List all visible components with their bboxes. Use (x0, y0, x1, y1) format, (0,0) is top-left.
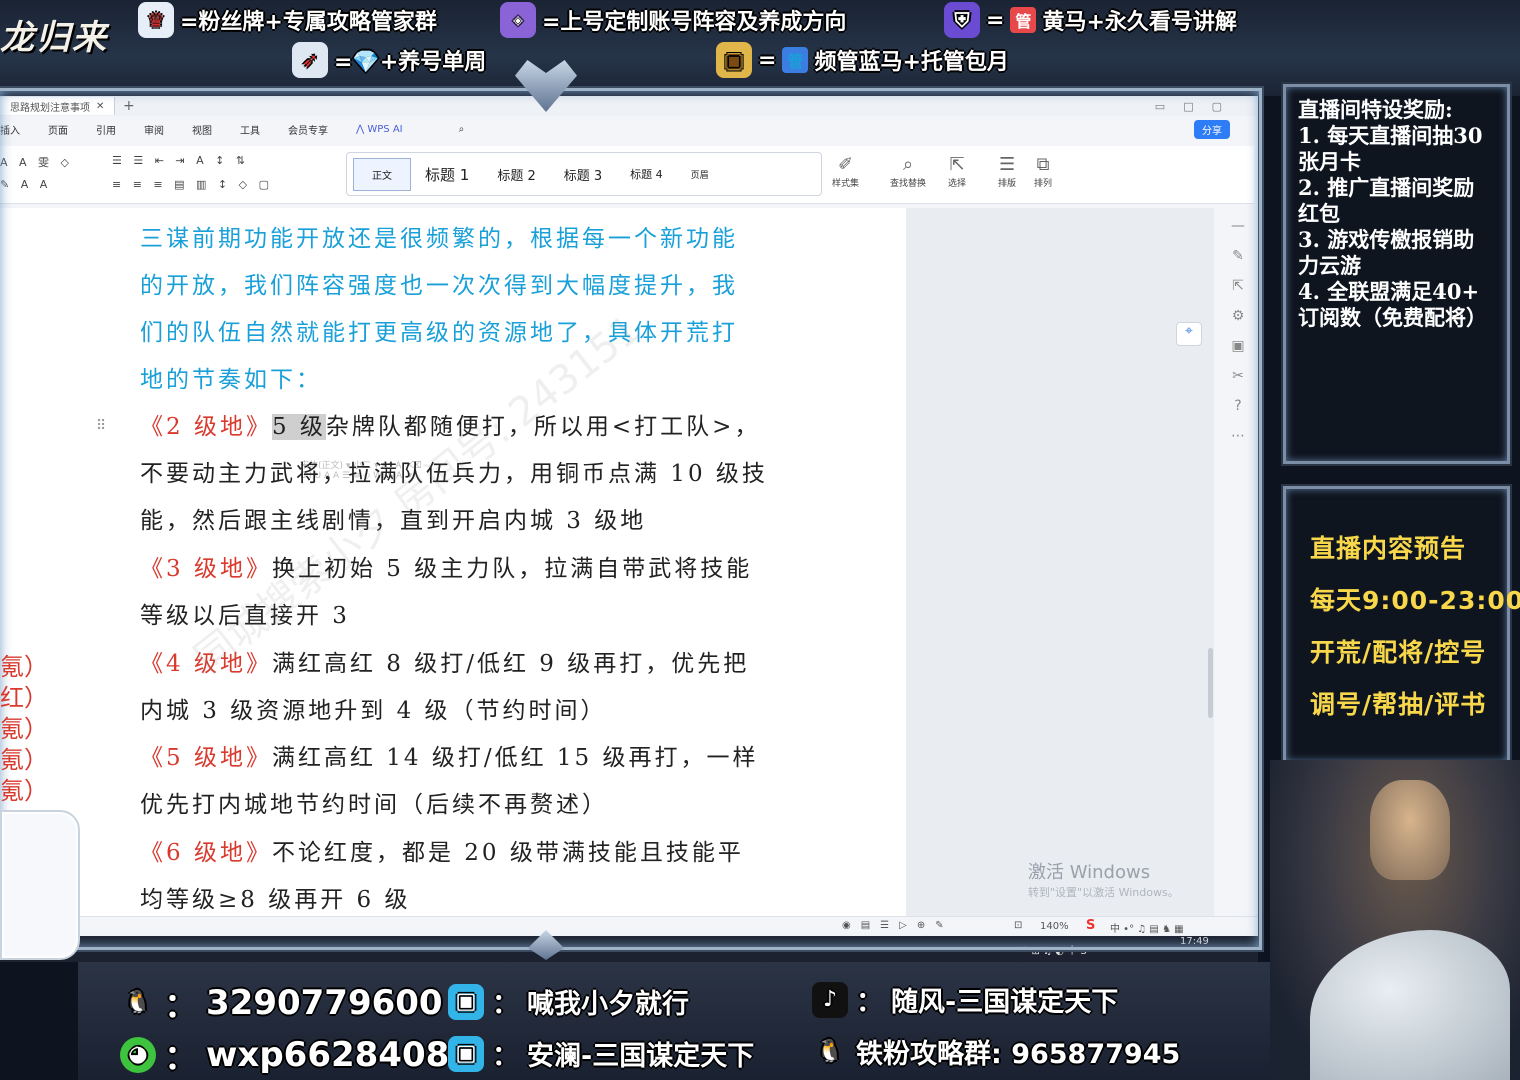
contact-qq: 🐧 ： 3290779600 (120, 978, 442, 1027)
general-artwork (1270, 760, 1520, 1080)
admin-tag-icon: 管 (782, 47, 809, 73)
banner-custom-account: ◈ =上号定制账号阵容及养成方向 (500, 2, 846, 38)
treasure-chest-icon: ▣ (716, 42, 752, 78)
contact-bilibili-1: ▣ ：喊我小夕就行 (448, 982, 689, 1021)
edge-cutoff-text: 氪） 红） 氪） 氪） 氪） (0, 653, 48, 805)
daily-badge-icon: ◈ (500, 2, 536, 38)
white-horse-icon (1310, 930, 1510, 1080)
general-helmet-icon (1370, 780, 1450, 880)
schedule-title: 直播内容预告 (1310, 534, 1467, 563)
schedule-topics-2: 调号/帮抽/评书 (1310, 690, 1487, 719)
bilibili-tv-icon: ▣ (448, 983, 484, 1020)
contact-wechat: ◕ ： wxp66284089 (120, 1030, 473, 1079)
contact-bilibili-2: ▣ ：安澜-三国谋定天下 (448, 1034, 754, 1073)
guard-shield-icon: ⛨ (944, 2, 980, 38)
rocket-icon: ➶ (292, 42, 328, 78)
contact-douyin: ♪ ：随风-三国谋定天下 (812, 980, 1118, 1019)
schedule-hours: 每天9:00-23:00 (1310, 586, 1520, 615)
banner-yellow-horse: ⛨ = 管 黄马+永久看号讲解 (944, 2, 1237, 38)
qq-penguin-icon: 🐧 (124, 990, 152, 1015)
admin-tag-icon: 管 (1010, 7, 1037, 33)
brand-title: 龙归来 (0, 18, 108, 58)
banner-weekly: ➶ =💎+养号单周 (292, 42, 486, 78)
schedule-topics-1: 开荒/配将/控号 (1310, 638, 1487, 667)
bilibili-tv-icon: ▣ (448, 1035, 484, 1072)
top-banner: 龙归来 ♛ =粉丝牌+专属攻略管家群 ◈ =上号定制账号阵容及养成方向 ⛨ = … (0, 0, 1520, 96)
reward-panel: 直播间特设奖励: 1. 每天直播间抽30 张月卡 2. 推广直播间奖励 红包 3… (1283, 84, 1510, 464)
cloud-sticker-icon (0, 810, 80, 960)
video-frame-border (0, 88, 1262, 950)
schedule-panel: 直播内容预告 每天9:00-23:00 开荒/配将/控号 调号/帮抽/评书 (1283, 486, 1520, 764)
wechat-icon: ◕ (120, 1036, 156, 1073)
banner-monthly: ▣ = 管 频管蓝马+托管包月 (716, 42, 1009, 78)
banner-fan-badge: ♛ =粉丝牌+专属攻略管家群 (138, 2, 437, 38)
chef-hat-icon: ♛ (138, 2, 174, 38)
tiktok-note-icon: ♪ (812, 981, 848, 1018)
qq-penguin-icon: 🐧 (816, 1039, 844, 1064)
contact-fan-group: 🐧 铁粉攻略群: 965877945 (812, 1032, 1180, 1071)
